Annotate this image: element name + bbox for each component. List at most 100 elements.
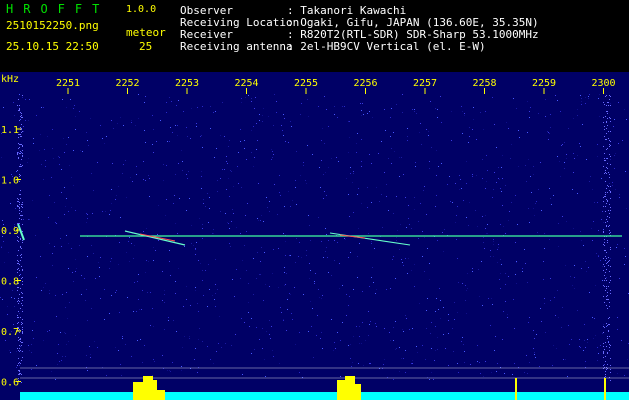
- noise-speck: [544, 298, 545, 299]
- noise-speck: [548, 139, 549, 140]
- noise-speck: [196, 242, 197, 243]
- noise-speck: [65, 356, 66, 357]
- noise-speck: [610, 96, 611, 97]
- noise-speck: [516, 261, 517, 262]
- noise-speck: [466, 290, 467, 291]
- noise-speck: [148, 261, 149, 262]
- noise-speck: [224, 136, 225, 137]
- noise-speck: [605, 172, 606, 173]
- noise-speck: [626, 208, 627, 209]
- timestamp: 25.10.15 22:50: [6, 40, 99, 53]
- noise-speck: [607, 299, 608, 300]
- noise-speck: [58, 156, 59, 157]
- noise-speck: [121, 375, 122, 376]
- noise-speck: [10, 352, 11, 353]
- noise-speck: [622, 140, 623, 141]
- noise-speck: [391, 148, 392, 149]
- noise-speck: [75, 129, 76, 130]
- noise-speck: [54, 202, 55, 203]
- noise-speck: [617, 329, 618, 330]
- noise-speck: [173, 320, 174, 321]
- noise-speck: [334, 240, 335, 241]
- noise-speck: [367, 207, 368, 208]
- noise-speck: [18, 206, 19, 207]
- noise-speck: [605, 211, 606, 212]
- noise-speck: [455, 183, 456, 184]
- noise-speck: [492, 304, 493, 305]
- noise-speck: [19, 329, 20, 330]
- noise-speck: [610, 105, 611, 106]
- noise-speck: [79, 111, 80, 112]
- noise-speck: [251, 152, 252, 153]
- noise-speck: [132, 181, 133, 182]
- noise-speck: [280, 307, 281, 308]
- noise-speck: [607, 201, 608, 202]
- noise-speck: [324, 143, 325, 144]
- noise-speck: [558, 223, 559, 224]
- noise-speck: [62, 99, 63, 100]
- noise-speck: [284, 206, 285, 207]
- noise-speck: [580, 231, 581, 232]
- noise-speck: [436, 175, 437, 176]
- noise-speck: [18, 317, 19, 318]
- noise-speck: [603, 146, 604, 147]
- noise-speck: [87, 370, 88, 371]
- noise-speck: [16, 171, 17, 172]
- noise-speck: [490, 325, 491, 326]
- noise-speck: [411, 363, 412, 364]
- noise-speck: [592, 189, 593, 190]
- noise-speck: [594, 318, 595, 319]
- noise-speck: [550, 198, 551, 199]
- noise-speck: [18, 370, 19, 371]
- noise-speck: [122, 173, 123, 174]
- noise-speck: [581, 101, 582, 102]
- noise-speck: [555, 315, 556, 316]
- noise-speck: [282, 130, 283, 131]
- noise-speck: [473, 107, 474, 108]
- noise-speck: [476, 175, 477, 176]
- noise-speck: [123, 164, 124, 165]
- noise-speck: [607, 192, 608, 193]
- noise-speck: [607, 262, 608, 263]
- noise-speck: [323, 174, 324, 175]
- noise-speck: [231, 221, 232, 222]
- noise-speck: [47, 136, 48, 137]
- noise-speck: [163, 164, 164, 165]
- noise-speck: [20, 255, 21, 256]
- noise-speck: [175, 293, 176, 294]
- noise-speck: [606, 277, 607, 278]
- noise-speck: [104, 143, 105, 144]
- noise-speck: [461, 188, 462, 189]
- noise-speck: [41, 107, 42, 108]
- noise-speck: [505, 273, 506, 274]
- noise-speck: [452, 328, 453, 329]
- noise-speck: [131, 356, 132, 357]
- noise-speck: [64, 214, 65, 215]
- noise-speck: [609, 302, 610, 303]
- noise-speck: [626, 119, 627, 120]
- noise-speck: [222, 169, 223, 170]
- noise-speck: [75, 271, 76, 272]
- noise-speck: [610, 380, 611, 381]
- noise-speck: [533, 208, 534, 209]
- noise-speck: [5, 340, 6, 341]
- noise-speck: [497, 363, 498, 364]
- noise-speck: [73, 281, 74, 282]
- noise-speck: [608, 331, 609, 332]
- noise-speck: [493, 239, 494, 240]
- noise-speck: [577, 155, 578, 156]
- noise-speck: [215, 259, 216, 260]
- noise-speck: [589, 94, 590, 95]
- noise-speck: [321, 160, 322, 161]
- noise-speck: [579, 346, 580, 347]
- noise-speck: [39, 150, 40, 151]
- noise-speck: [325, 251, 326, 252]
- noise-speck: [55, 295, 56, 296]
- activity-bar: [351, 384, 361, 400]
- noise-speck: [22, 277, 23, 278]
- noise-speck: [469, 127, 470, 128]
- noise-speck: [149, 196, 150, 197]
- noise-speck: [55, 222, 56, 223]
- noise-speck: [416, 346, 417, 347]
- noise-speck: [518, 130, 519, 131]
